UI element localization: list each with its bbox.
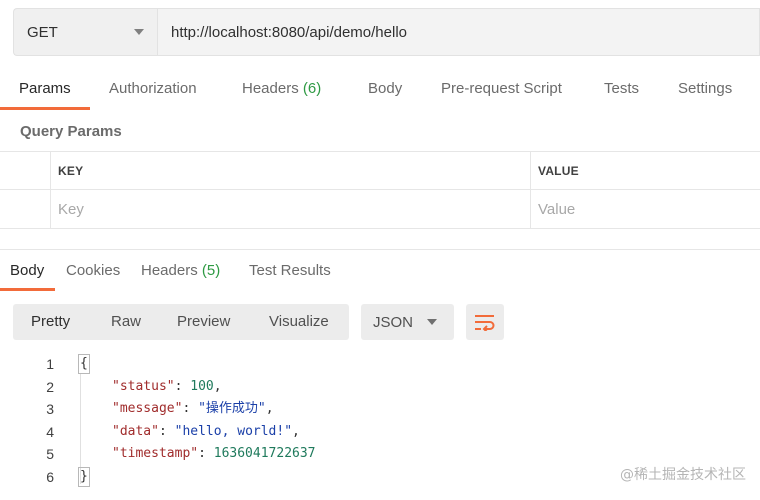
json-comma: , bbox=[265, 401, 274, 416]
tab-params[interactable]: Params bbox=[19, 80, 71, 97]
tab-headers[interactable]: Headers (6) bbox=[242, 80, 321, 97]
view-raw-button[interactable]: Raw bbox=[111, 313, 141, 330]
table-header-row: KEY VALUE bbox=[0, 152, 760, 190]
request-tabs: Params Authorization Headers (6) Body Pr… bbox=[0, 72, 760, 110]
section-divider bbox=[0, 249, 760, 250]
json-value: "操作成功" bbox=[198, 401, 266, 416]
wrap-lines-button[interactable] bbox=[466, 304, 504, 340]
query-params-table: KEY VALUE Key Value bbox=[0, 151, 760, 229]
column-divider bbox=[530, 152, 531, 228]
tab-body[interactable]: Body bbox=[368, 80, 402, 97]
column-divider bbox=[50, 152, 51, 228]
code-line: 3 "message": "操作成功", bbox=[0, 398, 760, 420]
method-label: GET bbox=[27, 23, 58, 41]
json-value: 1636041722637 bbox=[213, 446, 316, 461]
json-value: "hello, world!" bbox=[174, 424, 293, 439]
tab-settings[interactable]: Settings bbox=[678, 80, 732, 97]
view-visualize-button[interactable]: Visualize bbox=[269, 313, 329, 330]
tab-label: Authorization bbox=[109, 80, 197, 97]
request-bar: GET http://localhost:8080/api/demo/hello bbox=[13, 8, 760, 56]
code-line: 4 "data": "hello, world!", bbox=[0, 421, 760, 443]
view-preview-button[interactable]: Preview bbox=[177, 313, 230, 330]
line-number: 1 bbox=[46, 356, 54, 372]
url-text: http://localhost:8080/api/demo/hello bbox=[171, 23, 407, 41]
watermark: @稀土掘金技术社区 bbox=[620, 467, 746, 483]
format-select[interactable]: JSON bbox=[361, 304, 454, 340]
tab-tests[interactable]: Tests bbox=[604, 80, 639, 97]
tab-label: Headers bbox=[141, 262, 198, 279]
view-mode-group: Pretty Raw Preview Visualize bbox=[13, 304, 349, 340]
value-input[interactable]: Value bbox=[530, 190, 760, 228]
response-tabs: Body Cookies Headers (5) Test Results bbox=[0, 258, 760, 294]
line-number: 5 bbox=[46, 446, 54, 462]
code-line: 1 { bbox=[0, 353, 760, 375]
tab-label: Body bbox=[368, 80, 403, 97]
response-tab-cookies[interactable]: Cookies bbox=[66, 262, 120, 279]
tab-count-badge: (6) bbox=[302, 80, 322, 97]
tab-label: Headers bbox=[242, 80, 299, 97]
query-params-title: Query Params bbox=[20, 123, 122, 140]
view-pretty-button[interactable]: Pretty bbox=[31, 313, 70, 330]
line-number: 4 bbox=[46, 424, 54, 440]
column-header-label: VALUE bbox=[538, 164, 579, 178]
tab-label: Params bbox=[19, 80, 71, 97]
json-key: "status" bbox=[112, 379, 175, 394]
active-tab-indicator bbox=[0, 288, 55, 291]
column-header-label: KEY bbox=[58, 164, 84, 178]
tab-label: Test Results bbox=[249, 262, 331, 279]
tab-label: Cookies bbox=[66, 262, 121, 279]
code-line: 5 "timestamp": 1636041722637 bbox=[0, 443, 760, 465]
json-value: 100 bbox=[190, 379, 214, 394]
line-number: 2 bbox=[46, 379, 54, 395]
value-placeholder: Value bbox=[538, 200, 576, 218]
chevron-down-icon bbox=[134, 29, 144, 35]
response-tab-test-results[interactable]: Test Results bbox=[249, 262, 331, 279]
format-label: JSON bbox=[373, 313, 414, 331]
response-tab-headers[interactable]: Headers (5) bbox=[141, 262, 220, 279]
code-line: 2 "status": 100, bbox=[0, 376, 760, 398]
chevron-down-icon bbox=[427, 319, 437, 325]
key-input[interactable]: Key bbox=[50, 190, 530, 228]
line-number: 3 bbox=[46, 401, 54, 417]
active-tab-indicator bbox=[0, 107, 90, 110]
tab-authorization[interactable]: Authorization bbox=[109, 80, 197, 97]
line-number: 6 bbox=[46, 469, 54, 485]
close-brace: } bbox=[78, 467, 90, 487]
json-comma: , bbox=[213, 379, 222, 394]
tab-label: Body bbox=[10, 262, 45, 279]
key-placeholder: Key bbox=[58, 200, 84, 218]
tab-count-badge: (5) bbox=[201, 262, 221, 279]
json-key: "data" bbox=[112, 424, 159, 439]
wrap-lines-icon bbox=[475, 315, 495, 331]
method-select[interactable]: GET bbox=[13, 8, 157, 56]
json-comma: , bbox=[292, 424, 300, 439]
json-key: "timestamp" bbox=[112, 446, 199, 461]
tab-pre-request-script[interactable]: Pre-request Script bbox=[441, 80, 562, 97]
column-header-value: VALUE bbox=[530, 152, 760, 190]
json-key: "message" bbox=[112, 401, 183, 416]
url-input[interactable]: http://localhost:8080/api/demo/hello bbox=[157, 8, 760, 56]
column-header-key: KEY bbox=[50, 152, 530, 190]
tab-label: Tests bbox=[604, 80, 640, 97]
tab-label: Pre-request Script bbox=[441, 80, 562, 97]
tab-label: Settings bbox=[678, 80, 733, 97]
response-tab-body[interactable]: Body bbox=[10, 262, 44, 279]
open-brace: { bbox=[78, 354, 90, 374]
table-row: Key Value bbox=[0, 190, 760, 228]
